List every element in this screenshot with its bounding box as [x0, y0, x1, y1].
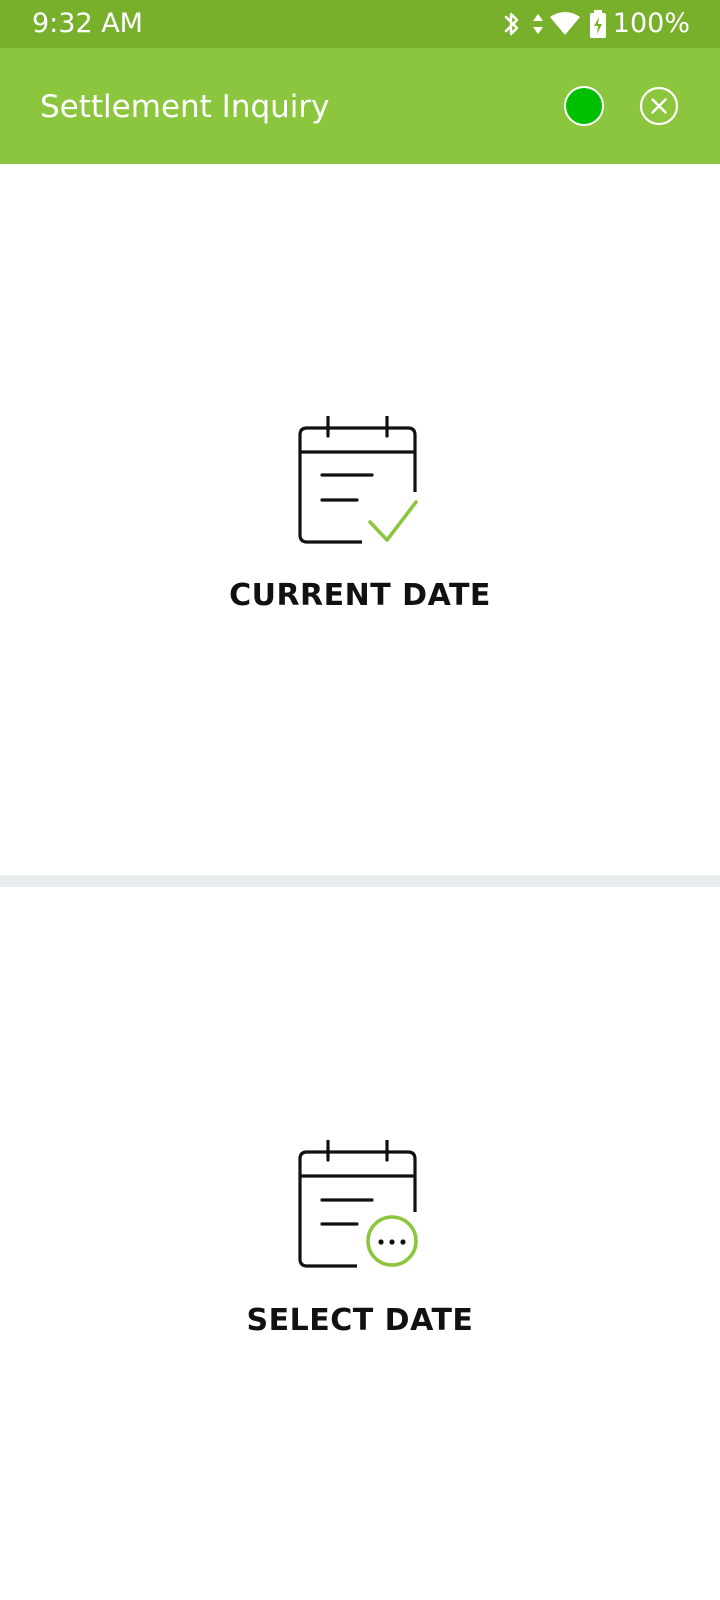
wifi-icon: 4: [549, 9, 581, 39]
close-circle-icon: [639, 86, 679, 126]
page-title: Settlement Inquiry: [40, 89, 330, 125]
bluetooth-icon: [501, 9, 523, 39]
current-date-label: CURRENT DATE: [229, 578, 491, 613]
status-time: 9:32 AM: [32, 8, 143, 39]
calendar-check-icon: [295, 416, 425, 546]
status-indicator-dot: [564, 86, 604, 126]
select-date-label: SELECT DATE: [246, 1303, 474, 1338]
battery-percentage: 100%: [612, 8, 690, 39]
svg-text:4: 4: [571, 21, 578, 34]
data-arrows-icon: [531, 9, 545, 39]
status-icons: 4 100%: [501, 7, 690, 41]
close-button[interactable]: [639, 86, 679, 126]
current-date-option[interactable]: CURRENT DATE: [0, 164, 720, 875]
app-bar: Settlement Inquiry: [0, 48, 720, 164]
calendar-more-icon: [295, 1140, 425, 1270]
battery-charging-icon: [589, 9, 607, 39]
status-bar: 9:32 AM 4 100%: [0, 0, 720, 48]
select-date-option[interactable]: SELECT DATE: [0, 887, 720, 1600]
divider: [0, 875, 720, 887]
